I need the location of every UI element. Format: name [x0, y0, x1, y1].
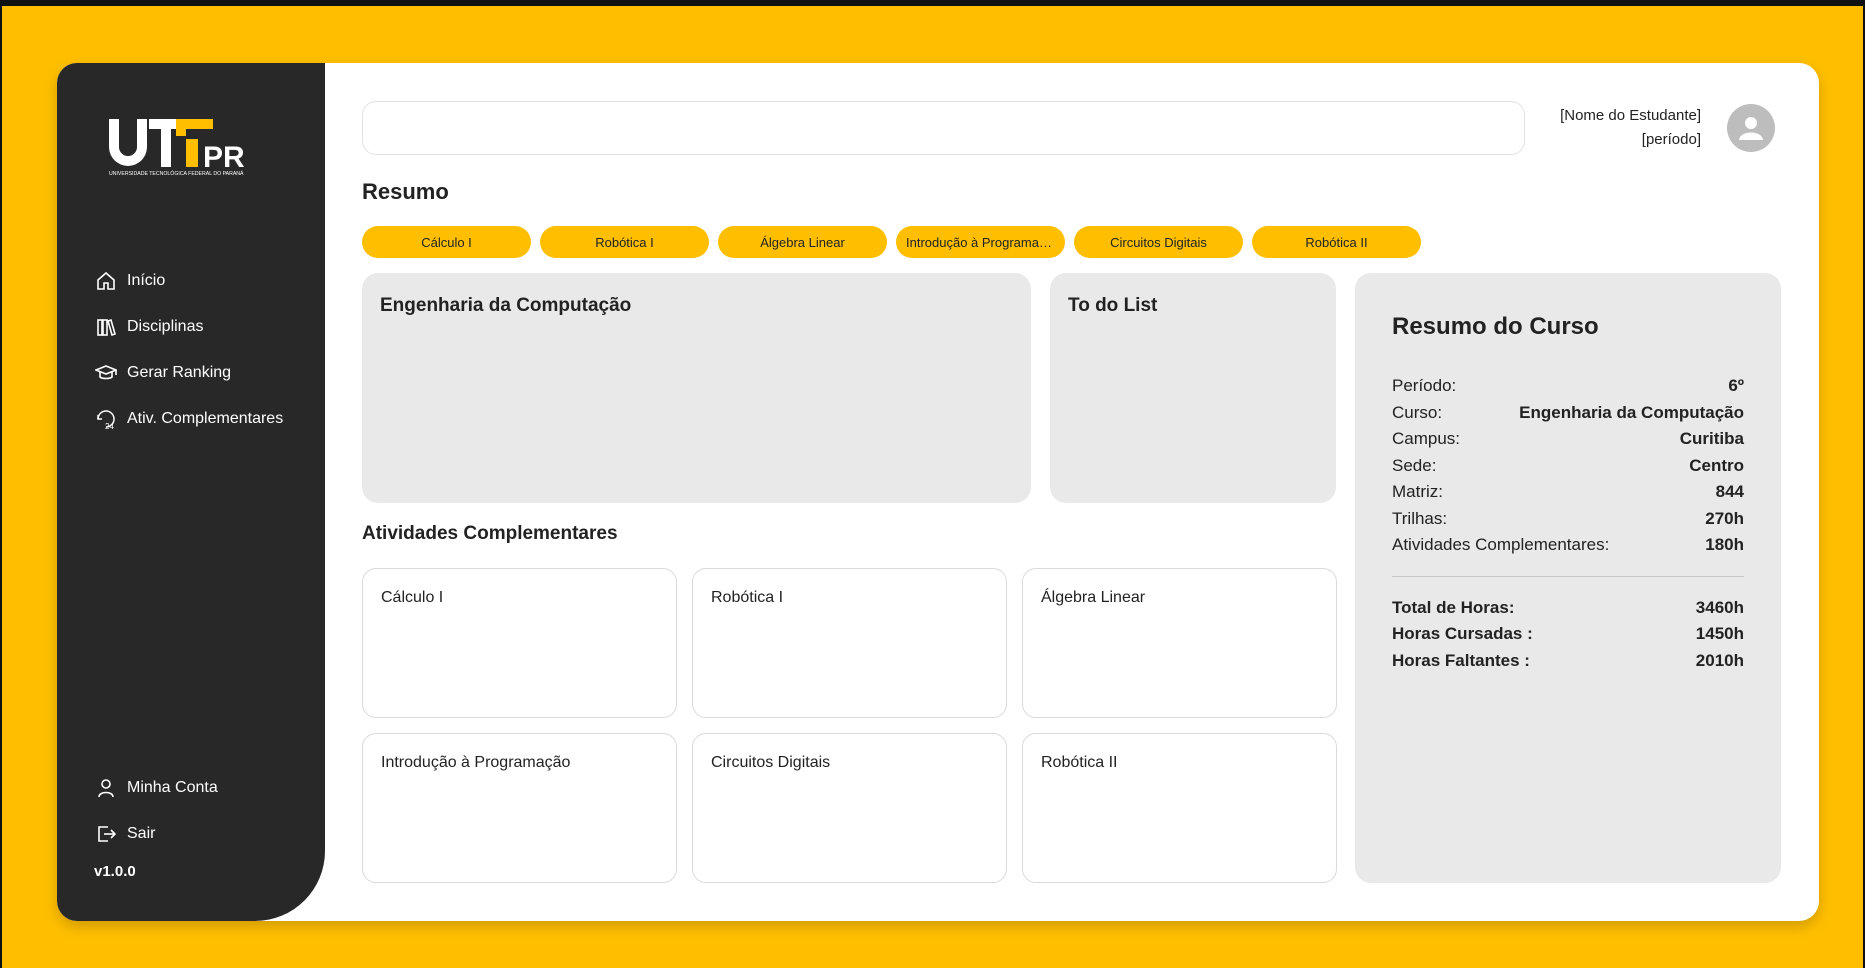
sidebar-item-label: Minha Conta: [127, 779, 218, 796]
summary-value: 6º: [1728, 376, 1744, 396]
atividades-heading: Atividades Complementares: [362, 523, 618, 544]
summary-value: 1450h: [1695, 624, 1744, 644]
summary-total-row: Horas Cursadas : 1450h: [1392, 621, 1744, 648]
summary-row: Período: 6º: [1392, 373, 1744, 400]
books-icon: [95, 316, 117, 338]
svg-text:24: 24: [105, 422, 114, 430]
sidebar-item-label: Gerar Ranking: [127, 364, 232, 381]
summary-key: Matriz:: [1392, 482, 1443, 502]
summary-key: Atividades Complementares:: [1392, 535, 1610, 555]
course-panel-title: Engenharia da Computação: [380, 295, 632, 316]
summary-key: Sede:: [1392, 455, 1437, 475]
svg-text:PR: PR: [203, 141, 245, 174]
activity-card[interactable]: Robótica II: [1022, 733, 1337, 883]
chip-subject[interactable]: Álgebra Linear: [718, 226, 887, 258]
app-window: PR UNIVERSIDADE TECNOLÓGICA FEDERAL DO P…: [57, 63, 1819, 921]
chip-subject[interactable]: Circuitos Digitais: [1074, 226, 1243, 258]
summary-value: Engenharia da Computação: [1519, 402, 1744, 422]
activity-card[interactable]: Robótica I: [692, 568, 1007, 718]
sidebar-item-label: Ativ. Complementares: [127, 410, 284, 427]
chip-label: Cálculo I: [421, 234, 472, 250]
summary-value: Centro: [1689, 455, 1744, 475]
sidebar-item-disciplinas[interactable]: Disciplinas: [95, 304, 283, 350]
sidebar-item-sair[interactable]: Sair: [95, 811, 218, 857]
chip-subject[interactable]: Introdução à Programação: [896, 226, 1065, 258]
sidebar-item-label: Início: [127, 272, 166, 289]
chip-label: Robótica I: [595, 234, 654, 250]
sidebar: PR UNIVERSIDADE TECNOLÓGICA FEDERAL DO P…: [57, 63, 325, 921]
chip-label: Introdução à Programação: [906, 234, 1055, 250]
page-title: Resumo: [362, 179, 449, 204]
logout-icon: [95, 823, 117, 845]
summary-key: Período:: [1392, 376, 1457, 396]
chip-subject[interactable]: Robótica II: [1252, 226, 1421, 258]
summary-value: 2010h: [1695, 650, 1744, 670]
activity-card[interactable]: Álgebra Linear: [1022, 568, 1337, 718]
chip-subject[interactable]: Robótica I: [540, 226, 709, 258]
activity-card[interactable]: Introdução à Programação: [362, 733, 677, 883]
course-panel: Engenharia da Computação: [362, 273, 1031, 503]
summary-key: Campus:: [1392, 429, 1461, 449]
main-content: [Nome do Estudante] [período] Resumo Cál…: [325, 63, 1819, 921]
summary-value: 3460h: [1695, 597, 1744, 617]
sidebar-item-label: Disciplinas: [127, 318, 204, 335]
user-name: [Nome do Estudante]: [1560, 107, 1701, 124]
summary-row: Atividades Complementares: 180h: [1392, 532, 1744, 559]
search-input[interactable]: [362, 101, 1525, 155]
summary-key: Horas Cursadas :: [1392, 624, 1533, 644]
summary-total-row: Total de Horas: 3460h: [1392, 595, 1744, 622]
graduation-cap-icon: [95, 362, 117, 384]
summary-key: Horas Faltantes :: [1392, 650, 1530, 670]
background-frame: PR UNIVERSIDADE TECNOLÓGICA FEDERAL DO P…: [2, 6, 1863, 968]
todo-panel-title: To do List: [1068, 295, 1158, 316]
home-icon: [95, 270, 117, 292]
summary-value: 270h: [1705, 508, 1744, 528]
user-icon: [95, 777, 117, 799]
todo-panel: To do List: [1050, 273, 1336, 503]
summary-value: 844: [1715, 482, 1744, 502]
course-summary-title: Resumo do Curso: [1392, 313, 1599, 340]
utfpr-logo: PR UNIVERSIDADE TECNOLÓGICA FEDERAL DO P…: [109, 119, 245, 177]
sidebar-item-inicio[interactable]: Início: [95, 258, 283, 304]
summary-value: 180h: [1705, 535, 1744, 555]
course-summary-rows: Período: 6º Curso: Engenharia da Computaçã…: [1392, 373, 1744, 674]
avatar[interactable]: [1727, 104, 1775, 152]
sidebar-item-label: Sair: [127, 825, 156, 842]
subject-chips: Cálculo I Robótica I Álgebra Linear Intr…: [362, 226, 1421, 258]
summary-row: Matriz: 844: [1392, 479, 1744, 506]
summary-row: Campus: Curitiba: [1392, 426, 1744, 453]
summary-row: Trilhas: 270h: [1392, 506, 1744, 533]
app-version: v1.0.0: [94, 863, 136, 880]
summary-total-row: Horas Faltantes : 2010h: [1392, 648, 1744, 675]
chip-label: Robótica II: [1305, 234, 1368, 250]
user-text: [Nome do Estudante] [período]: [1560, 104, 1701, 152]
clock-24-icon: 24: [95, 408, 117, 430]
sidebar-bottom-nav: Minha Conta Sair: [95, 765, 218, 857]
summary-key: Trilhas:: [1392, 508, 1448, 528]
user-period: [período]: [1641, 131, 1701, 148]
chip-label: Álgebra Linear: [760, 234, 845, 250]
summary-key: Curso:: [1392, 402, 1443, 422]
sidebar-item-gerar-ranking[interactable]: Gerar Ranking: [95, 350, 283, 396]
avatar-user-icon: [1739, 117, 1763, 140]
activity-card[interactable]: Circuitos Digitais: [692, 733, 1007, 883]
sidebar-item-ativ-complementares[interactable]: 24 Ativ. Complementares: [95, 396, 283, 442]
chip-subject[interactable]: Cálculo I: [362, 226, 531, 258]
summary-row: Sede: Centro: [1392, 453, 1744, 480]
summary-key: Total de Horas:: [1392, 597, 1515, 617]
atividades-cards: Cálculo I Robótica I Álgebra Linear Intr…: [362, 568, 1337, 883]
sidebar-item-minha-conta[interactable]: Minha Conta: [95, 765, 218, 811]
activity-card[interactable]: Cálculo I: [362, 568, 677, 718]
course-summary-panel: Resumo do Curso Período: 6º Curso: Engenha…: [1355, 273, 1781, 883]
svg-text:UNIVERSIDADE TECNOLÓGICA FEDER: UNIVERSIDADE TECNOLÓGICA FEDERAL DO PARA…: [109, 170, 244, 177]
summary-value: Curitiba: [1679, 429, 1744, 449]
summary-divider: [1392, 575, 1744, 577]
chip-label: Circuitos Digitais: [1110, 234, 1207, 250]
summary-row: Curso: Engenharia da Computação: [1392, 400, 1744, 427]
sidebar-nav: Início Disciplinas Gerar Ranking 24 Ativ…: [95, 258, 283, 442]
